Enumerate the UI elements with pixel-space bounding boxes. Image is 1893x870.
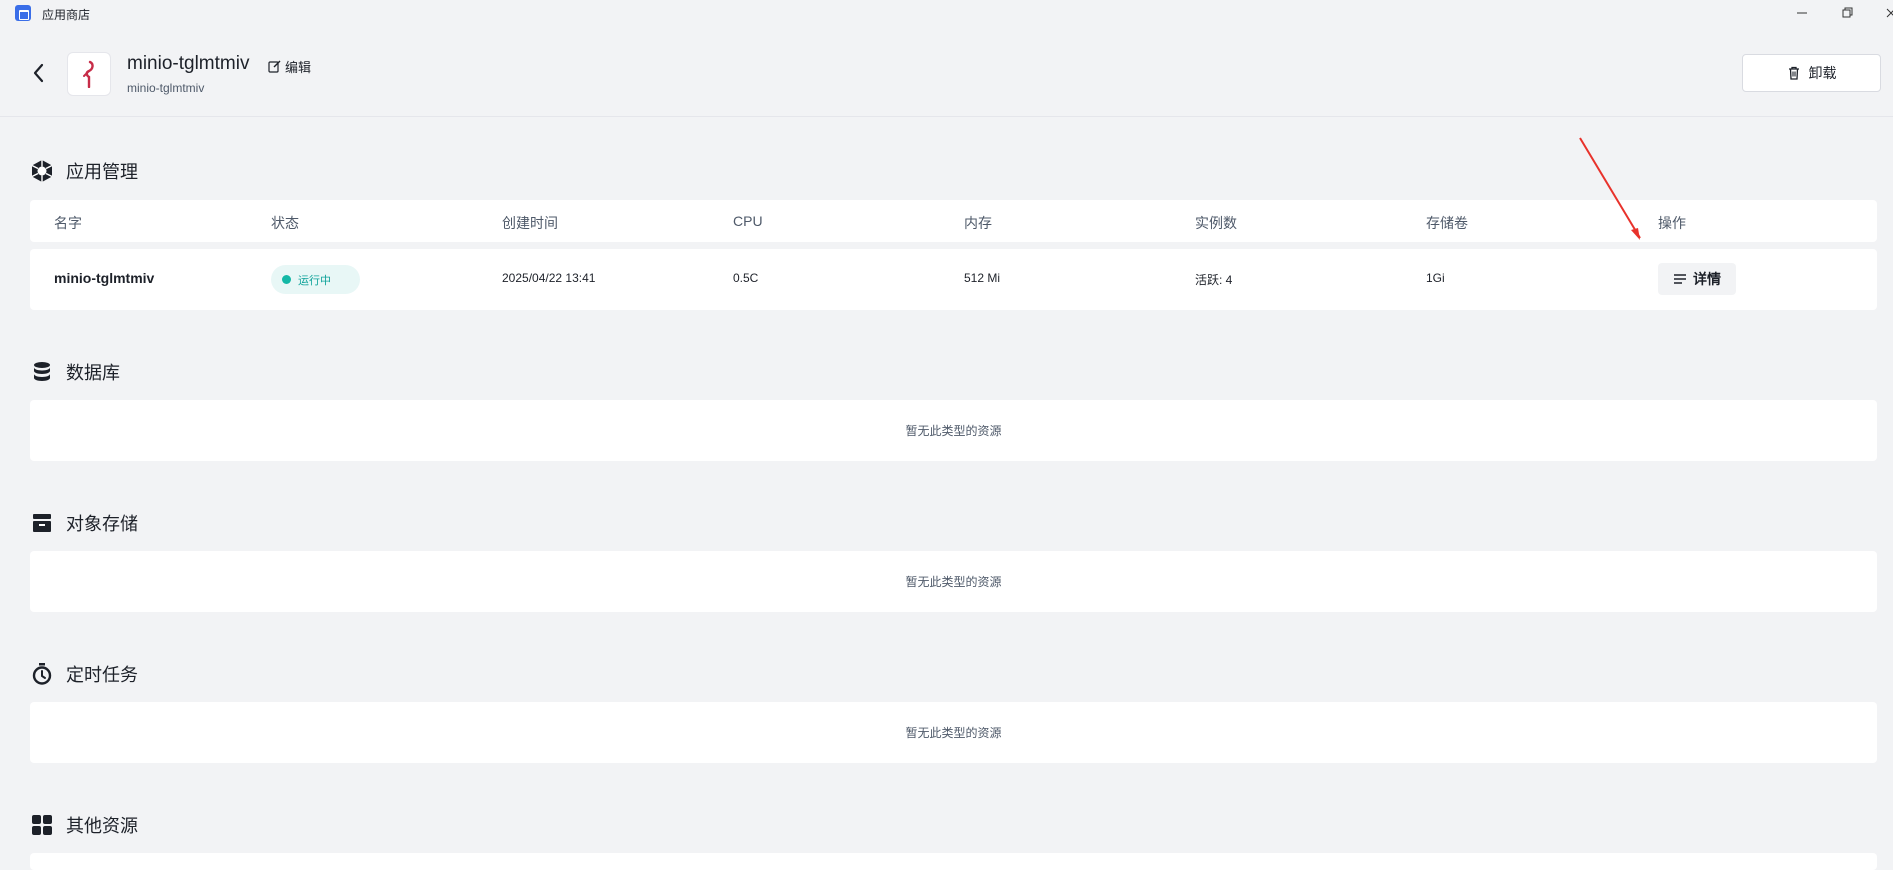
edit-label: 编辑	[285, 60, 312, 75]
column-header-name: 名字	[54, 215, 82, 231]
uninstall-button[interactable]: 卸载	[1742, 54, 1881, 92]
row-volume: 1Gi	[1426, 271, 1445, 285]
status-badge: 运行中	[271, 265, 360, 294]
table-header: 名字 状态 创建时间 CPU 内存 实例数 存储卷 操作	[30, 200, 1877, 242]
section-database-title: 数据库	[66, 363, 120, 383]
grid-icon	[32, 815, 52, 835]
database-icon	[34, 362, 50, 381]
section-app-management: 应用管理	[30, 158, 138, 184]
row-memory: 512 Mi	[964, 271, 1001, 285]
column-header-volume: 存储卷	[1426, 215, 1468, 231]
empty-text-cron-jobs: 暂无此类型的资源	[905, 726, 1002, 740]
column-header-status: 状态	[271, 215, 299, 231]
cron-jobs-panel: 暂无此类型的资源	[30, 702, 1877, 763]
section-app-management-title: 应用管理	[66, 162, 138, 182]
section-object-storage: 对象存储	[30, 510, 138, 536]
restore-icon[interactable]	[1833, 2, 1863, 24]
section-other-resources-title: 其他资源	[66, 816, 138, 836]
app-store-icon	[15, 5, 31, 21]
section-other-resources: 其他资源	[30, 812, 138, 838]
app-logo	[67, 52, 111, 96]
hexagon-cube-icon	[31, 160, 53, 182]
chevron-left-icon	[33, 63, 44, 83]
back-button[interactable]	[26, 60, 52, 86]
details-label: 详情	[1693, 271, 1721, 287]
stopwatch-icon	[32, 663, 52, 685]
window-titlebar: 应用商店	[0, 0, 1893, 26]
object-storage-panel: 暂无此类型的资源	[30, 551, 1877, 612]
database-panel: 暂无此类型的资源	[30, 400, 1877, 461]
section-cron-jobs: 定时任务	[30, 661, 138, 687]
column-header-actions: 操作	[1658, 215, 1686, 231]
minimize-icon[interactable]	[1787, 2, 1817, 24]
status-label: 运行中	[298, 274, 331, 287]
section-object-storage-title: 对象存储	[66, 514, 138, 534]
lines-icon	[1674, 274, 1686, 284]
close-icon[interactable]	[1876, 2, 1893, 24]
app-subtitle: minio-tglmtmiv	[127, 81, 205, 95]
empty-text-object-storage: 暂无此类型的资源	[905, 575, 1002, 589]
column-header-created: 创建时间	[502, 215, 558, 231]
app-header: minio-tglmtmiv 编辑 minio-tglmtmiv 卸载	[0, 26, 1893, 117]
section-cron-jobs-title: 定时任务	[66, 665, 138, 685]
row-name: minio-tglmtmiv	[54, 270, 155, 286]
minio-logo-icon	[83, 60, 94, 88]
status-dot-icon	[282, 275, 291, 284]
details-button[interactable]: 详情	[1658, 263, 1736, 295]
app-name: minio-tglmtmiv	[127, 53, 250, 74]
storage-box-icon	[33, 514, 51, 532]
edit-icon	[268, 60, 281, 73]
table-row: minio-tglmtmiv 运行中 2025/04/22 13:41 0.5C…	[30, 249, 1877, 310]
edit-button[interactable]: 编辑	[268, 57, 311, 76]
section-database: 数据库	[30, 359, 120, 385]
window-title: 应用商店	[42, 8, 91, 22]
column-header-instances: 实例数	[1195, 215, 1237, 231]
uninstall-label: 卸载	[1808, 65, 1837, 81]
empty-text-database: 暂无此类型的资源	[905, 424, 1002, 438]
column-header-memory: 内存	[964, 215, 992, 231]
column-header-cpu: CPU	[733, 213, 763, 229]
trash-icon	[1788, 66, 1799, 80]
row-cpu: 0.5C	[733, 271, 759, 285]
row-created: 2025/04/22 13:41	[502, 271, 596, 285]
row-instances: 活跃: 4	[1195, 273, 1233, 287]
other-resources-panel	[30, 853, 1877, 870]
